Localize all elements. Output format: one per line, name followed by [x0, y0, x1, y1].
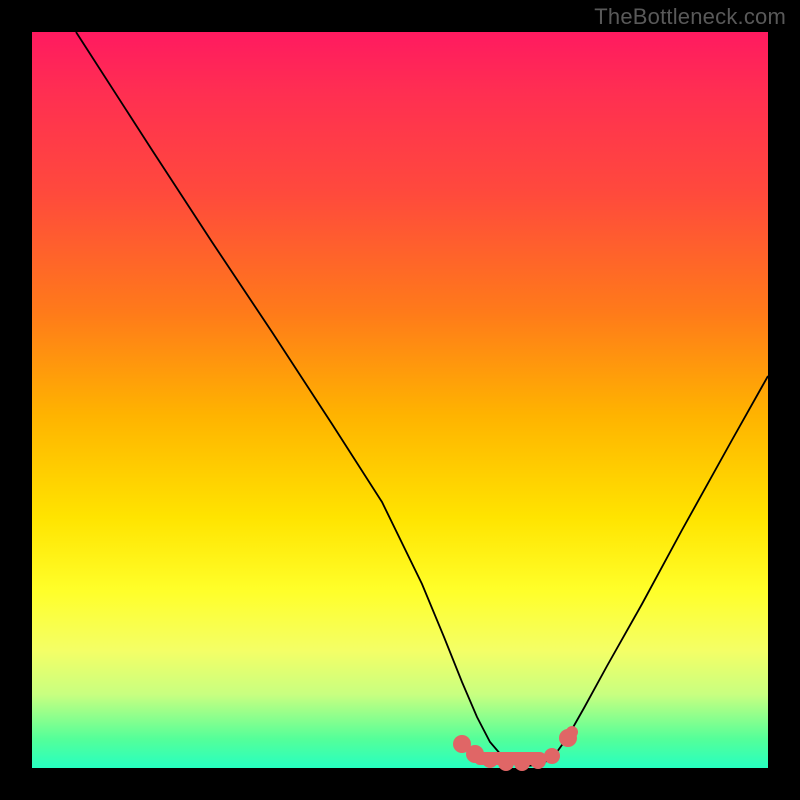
plot-area: [32, 32, 768, 768]
watermark-text: TheBottleneck.com: [594, 4, 786, 30]
chart-frame: TheBottleneck.com: [0, 0, 800, 800]
bottleneck-curve: [76, 32, 768, 766]
plot-svg: [32, 32, 768, 768]
